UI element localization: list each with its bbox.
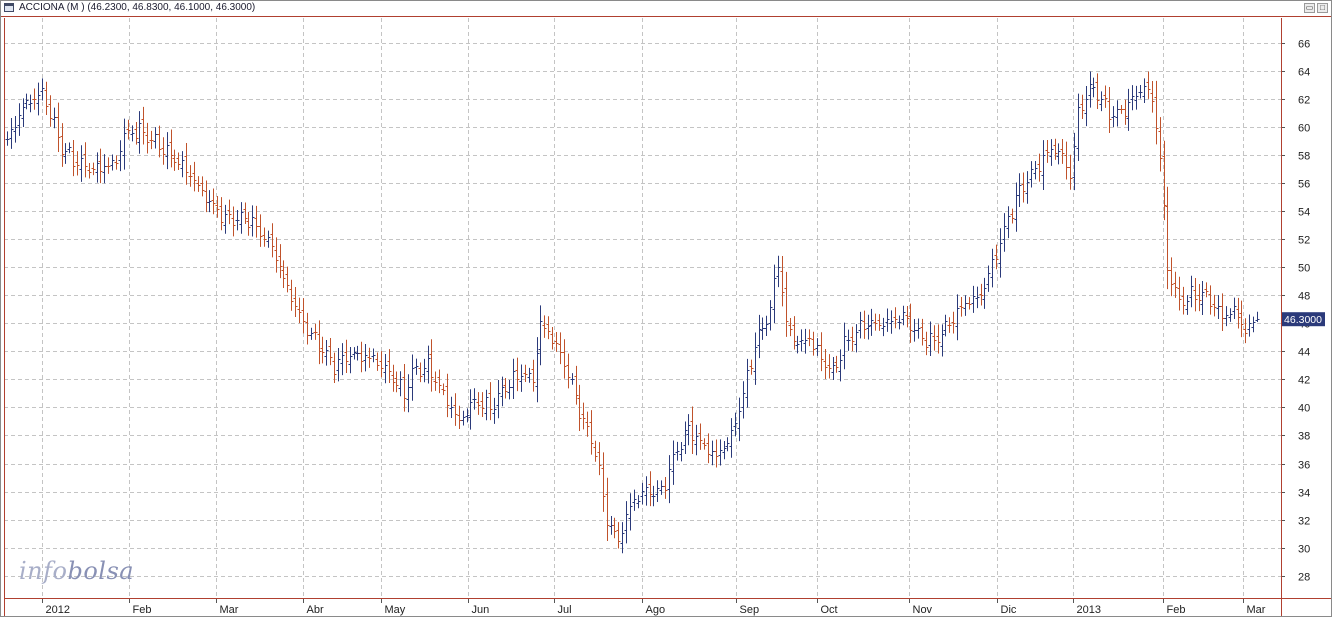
y-tick-label: 54 — [1298, 207, 1310, 219]
window-title: ACCIONA (M ) (46.2300, 46.8300, 46.1000,… — [19, 2, 256, 13]
watermark-part1: info — [19, 557, 68, 585]
y-tick-label: 40 — [1298, 403, 1310, 415]
y-tick-label: 42 — [1298, 375, 1310, 387]
y-tick-label: 28 — [1298, 572, 1310, 584]
y-tick-label: 60 — [1298, 123, 1310, 135]
x-tick-label: Jul — [558, 604, 572, 616]
last-price-label: 46.3000 — [1284, 314, 1322, 326]
x-tick-label: Nov — [913, 604, 933, 616]
y-tick-label: 62 — [1298, 95, 1310, 107]
watermark-part2: bolsa — [67, 557, 135, 585]
x-tick-label: Mar — [220, 604, 239, 616]
y-tick-label: 50 — [1298, 263, 1310, 275]
window-menu-icon[interactable] — [4, 3, 14, 12]
x-tick-label: Feb — [1167, 604, 1186, 616]
restore-button[interactable]: ▭ — [1304, 3, 1315, 13]
infobolsa-watermark: infobolsa — [19, 557, 134, 585]
y-tick-label: 52 — [1298, 235, 1310, 247]
maximize-button[interactable]: □ — [1317, 3, 1328, 13]
y-tick-label: 66 — [1298, 39, 1310, 51]
x-tick-label: Jun — [472, 604, 490, 616]
y-tick-label: 36 — [1298, 460, 1310, 472]
x-tick-label: 2013 — [1077, 604, 1101, 616]
x-tick-label: Ago — [646, 604, 666, 616]
y-tick-label: 30 — [1298, 544, 1310, 556]
y-tick-label: 58 — [1298, 151, 1310, 163]
chart-window: ACCIONA (M ) (46.2300, 46.8300, 46.1000,… — [0, 0, 1332, 617]
x-tick-label: Abr — [307, 604, 324, 616]
y-tick-label: 44 — [1298, 347, 1310, 359]
ohlc-chart: 2830323436384042444648505254565860626466… — [4, 18, 1331, 616]
x-tick-label: Feb — [133, 604, 152, 616]
y-tick-label: 38 — [1298, 431, 1310, 443]
title-bar: ACCIONA (M ) (46.2300, 46.8300, 46.1000,… — [1, 1, 1331, 17]
x-tick-label: Dic — [1001, 604, 1017, 616]
x-tick-label: 2012 — [46, 604, 70, 616]
y-tick-label: 32 — [1298, 516, 1310, 528]
x-tick-label: Mar — [1247, 604, 1266, 616]
y-tick-label: 34 — [1298, 488, 1310, 500]
x-tick-label: Sep — [740, 604, 760, 616]
x-tick-label: Oct — [821, 604, 838, 616]
y-tick-label: 64 — [1298, 67, 1310, 79]
x-tick-label: May — [385, 604, 406, 616]
y-tick-label: 56 — [1298, 179, 1310, 191]
y-tick-label: 48 — [1298, 291, 1310, 303]
